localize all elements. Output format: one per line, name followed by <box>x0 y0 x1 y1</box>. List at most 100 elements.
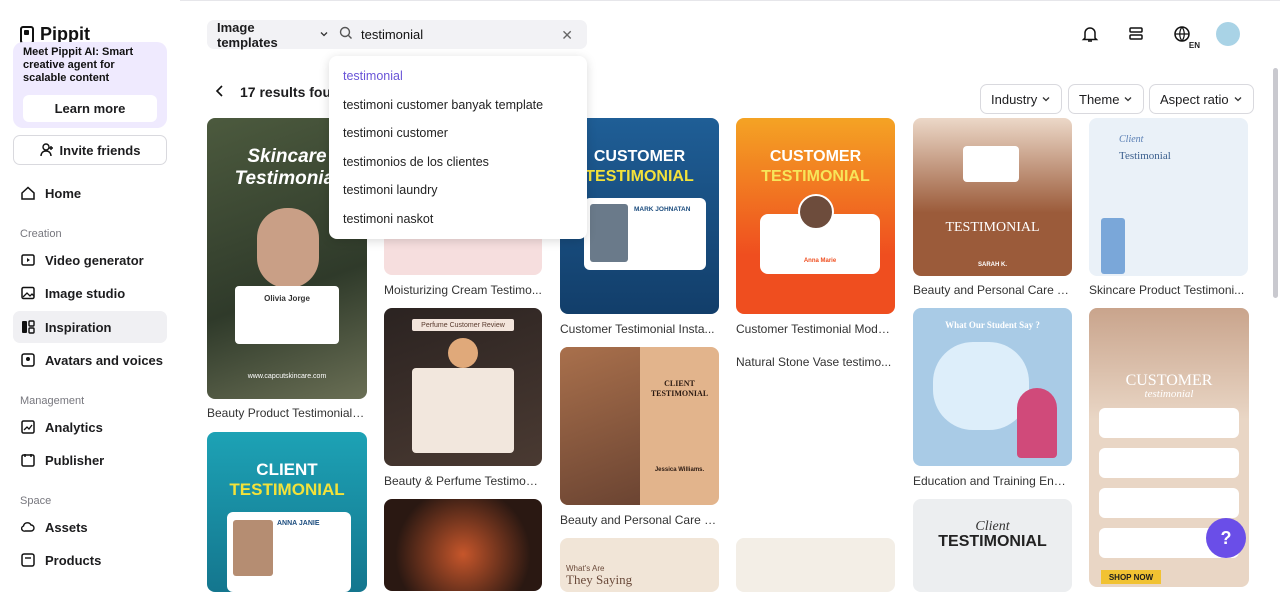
template-title: CLIENT <box>256 460 318 479</box>
template-card-natural-vase[interactable] <box>736 538 895 592</box>
template-card-beauty-personal[interactable]: TESTIMONIAL SARAH K. <box>913 118 1072 276</box>
nav-label: Publisher <box>45 452 105 468</box>
template-type-value: Image templates <box>217 19 278 50</box>
filter-label: Theme <box>1079 91 1120 107</box>
sidebar: Pippit Meet Pippit AI: Smart creative ag… <box>0 0 180 587</box>
card-caption: Moisturizing Cream Testimo... <box>384 283 542 297</box>
template-title: CUSTOMER <box>769 148 862 165</box>
filter-industry[interactable]: Industry <box>980 84 1063 114</box>
search-icon <box>339 26 353 43</box>
box-icon <box>21 553 35 567</box>
layers-icon[interactable] <box>1124 22 1148 46</box>
nav-video-generator[interactable]: Video generator <box>13 244 167 276</box>
grid-icon <box>21 320 35 334</box>
nav-home-label: Home <box>45 185 82 201</box>
quote-box <box>1099 448 1239 478</box>
suggestion-item[interactable]: testimonios de los clientes <box>329 148 587 177</box>
template-subtitle: TESTIMONIAL <box>229 480 345 499</box>
quote-box <box>933 342 1029 430</box>
help-button[interactable]: ? <box>1206 518 1246 558</box>
filter-aspect-ratio[interactable]: Aspect ratio <box>1149 84 1254 114</box>
card-caption: Customer Testimonial Mode... <box>736 322 894 336</box>
card-caption: Beauty & Perfume Testimon... <box>384 474 542 488</box>
search-input[interactable] <box>361 27 551 42</box>
suggestion-item[interactable]: testimonial <box>329 62 587 91</box>
nav-label: Products <box>45 552 102 568</box>
nav-label: Image studio <box>45 285 126 301</box>
invite-friends-button[interactable]: Invite friends <box>13 135 167 165</box>
filter-theme[interactable]: Theme <box>1068 84 1145 114</box>
pippit-logo-icon <box>20 25 34 44</box>
portrait-image <box>590 204 628 262</box>
nav-publisher[interactable]: Publisher <box>13 444 167 476</box>
card-caption: Beauty and Personal Care T... <box>913 283 1071 297</box>
template-card-beauty-care[interactable]: CLIENT TESTIMONIAL Jessica Williams. <box>560 347 719 505</box>
page-scrollbar[interactable] <box>1273 68 1278 298</box>
avatar[interactable] <box>1216 22 1240 46</box>
reviewer-name: Olivia Jorge <box>264 294 310 303</box>
template-card-client-testimonial[interactable]: Client TESTIMONIAL <box>913 499 1072 592</box>
quote-box: Olivia Jorge <box>235 286 339 344</box>
nav-label: Assets <box>45 519 88 535</box>
portrait-image <box>233 520 273 576</box>
template-subtitle: TESTIMONIAL <box>650 389 709 398</box>
learn-more-button[interactable]: Learn more <box>23 95 157 122</box>
template-card-perfume[interactable]: Perfume Customer Review <box>384 308 542 466</box>
suggestion-item[interactable]: testimoni customer <box>329 119 587 148</box>
chevron-down-icon <box>1233 92 1243 107</box>
section-management: Management <box>20 395 85 407</box>
suggestions-dropdown: testimonial testimoni customer banyak te… <box>329 56 587 239</box>
template-subtitle: testimonial <box>1144 388 1194 400</box>
nav-inspiration[interactable]: Inspiration <box>13 311 167 343</box>
quote-box <box>1099 408 1239 438</box>
template-card-client[interactable]: CLIENT TESTIMONIAL ANNA JANIE <box>207 432 367 592</box>
template-subtitle: Testimonial <box>1119 150 1171 162</box>
card-caption: Customer Testimonial Insta... <box>560 322 715 336</box>
reviewer-name: SARAH K. <box>977 262 1007 268</box>
nav-home[interactable]: Home <box>13 177 167 209</box>
nav-products[interactable]: Products <box>13 544 167 576</box>
nav-avatars-voices[interactable]: Avatars and voices <box>13 344 167 376</box>
product-image <box>963 146 1019 182</box>
language-icon[interactable]: EN <box>1170 22 1200 50</box>
template-card-education[interactable]: What Our Student Say ? <box>913 308 1072 466</box>
add-user-icon <box>39 143 54 157</box>
nav-label: Inspiration <box>45 319 112 335</box>
suggestion-item[interactable]: testimoni customer banyak template <box>329 91 587 120</box>
header-actions: EN <box>1078 22 1240 50</box>
nav-image-studio[interactable]: Image studio <box>13 277 167 309</box>
nav-assets[interactable]: Assets <box>13 511 167 543</box>
section-space: Space <box>20 495 52 507</box>
nav-label: Avatars and voices <box>45 352 164 368</box>
template-card-food[interactable] <box>384 499 542 591</box>
video-icon <box>21 253 35 267</box>
analytics-icon <box>21 420 35 434</box>
template-subtitle: TESTIMONIAL <box>761 168 870 185</box>
template-card-customer-modern[interactable]: CUSTOMER TESTIMONIAL Anna Marie <box>736 118 895 314</box>
promo-card: Meet Pippit AI: Smart creative agent for… <box>13 42 167 128</box>
chevron-down-icon <box>319 27 329 42</box>
suggestion-item[interactable]: testimoni naskot <box>329 205 587 234</box>
nav-analytics[interactable]: Analytics <box>13 411 167 443</box>
suggestion-item[interactable]: testimoni laundry <box>329 176 587 205</box>
template-type-select[interactable]: Image templates <box>207 19 329 50</box>
bell-icon[interactable] <box>1078 22 1102 46</box>
quote-box: ANNA JANIE <box>227 512 351 592</box>
clear-icon[interactable]: ✕ <box>561 27 573 44</box>
home-icon <box>21 186 35 200</box>
nav-label: Analytics <box>45 419 103 435</box>
invite-label: Invite friends <box>59 142 141 158</box>
quote-box <box>1099 488 1239 518</box>
card-caption: Education and Training Engli... <box>913 474 1071 488</box>
template-card-skincare-product[interactable]: Client Testimonial <box>1089 118 1248 276</box>
template-title: What Our Student Say ? <box>945 320 1040 330</box>
search-box: ✕ <box>329 20 587 49</box>
nav-label: Video generator <box>45 252 144 268</box>
card-caption: Natural Stone Vase testimo... <box>736 355 892 369</box>
back-arrow-icon[interactable] <box>213 84 227 101</box>
avatar-icon <box>21 353 35 367</box>
portrait-image <box>560 347 640 505</box>
template-card-they-saying[interactable]: What's Are They Saying <box>560 538 719 592</box>
template-title: Client <box>1119 134 1144 145</box>
portrait-image <box>257 208 319 288</box>
